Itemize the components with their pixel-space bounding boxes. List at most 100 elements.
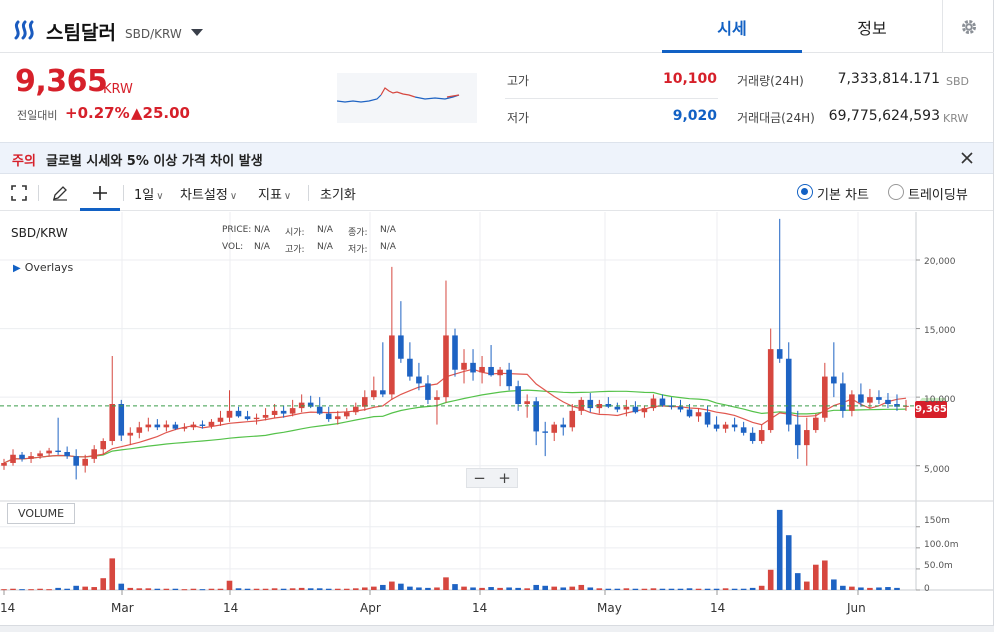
volume-bar <box>813 564 819 590</box>
volume-bar <box>803 581 810 590</box>
low-price: 9,020 <box>672 108 717 124</box>
candlestick-chart[interactable] <box>0 212 993 626</box>
ohlc-vol-label: VOL: <box>222 242 244 252</box>
volume-bar <box>262 588 269 590</box>
low-label: 저가 <box>507 111 530 125</box>
toolbar-divider <box>38 185 39 201</box>
candle-body <box>542 431 548 433</box>
candle-body <box>163 424 170 428</box>
zoom-out-button[interactable]: − <box>467 469 492 487</box>
candle-body <box>181 427 188 429</box>
candle-body <box>362 397 368 407</box>
candle-body <box>235 410 242 417</box>
volume-bar <box>713 588 720 590</box>
current-price: 9,365 <box>15 64 108 99</box>
candle-body <box>28 456 34 459</box>
indicators-menu[interactable]: 지표 ∨ <box>258 184 291 203</box>
volume-bar <box>515 587 521 590</box>
volume-bar <box>389 581 395 590</box>
overlays-toggle[interactable]: ▶ Overlays <box>13 261 73 274</box>
chevron-down-icon: ∨ <box>283 191 292 202</box>
coin-pair: SBD/KRW <box>125 27 182 41</box>
y-tick-label: 5,000 <box>924 465 950 475</box>
volume-bar <box>226 580 233 590</box>
volume-bar <box>55 587 61 590</box>
volume-bar <box>217 588 224 590</box>
candle-body <box>614 406 621 410</box>
tradingview-label[interactable]: 트레이딩뷰 <box>908 184 968 203</box>
tab-market-price[interactable]: 시세 <box>662 0 802 53</box>
volume-bar <box>479 587 485 590</box>
basic-chart-radio[interactable] <box>797 184 813 200</box>
volume-bar <box>596 588 603 590</box>
candle-body <box>840 383 846 411</box>
reset-button[interactable]: 초기화 <box>320 184 356 203</box>
volume-bar <box>695 588 702 590</box>
volume-bar <box>190 588 197 590</box>
candle-body <box>876 397 882 400</box>
fullscreen-icon[interactable] <box>11 185 27 201</box>
volume-panel-label: VOLUME <box>7 503 76 524</box>
x-tick-label: 14 <box>710 601 726 615</box>
volume-bar <box>136 588 143 590</box>
candle-body <box>226 410 233 418</box>
tab-info[interactable]: 정보 <box>802 0 942 53</box>
candle-body <box>244 416 251 420</box>
coin-select-caret-icon[interactable] <box>191 29 203 36</box>
coin-name[interactable]: 스팀달러 <box>46 18 116 45</box>
zoom-in-button[interactable]: + <box>492 469 517 487</box>
settings-button[interactable] <box>942 0 994 53</box>
high-price: 10,100 <box>662 71 717 87</box>
ohlc-high-label: 고가: <box>285 245 305 255</box>
volume-bar <box>28 589 34 591</box>
volume-bar <box>352 588 359 590</box>
volume-bar <box>650 588 657 590</box>
volume-bar <box>785 535 792 590</box>
candle-body <box>73 456 79 466</box>
price-gap-notice: 주의 글로벌 시세와 5% 이상 가격 차이 발생 <box>0 142 993 174</box>
candle-body <box>686 409 693 417</box>
crosshair-icon[interactable] <box>91 184 109 202</box>
volume-unit: SBD <box>946 75 969 88</box>
volume-bar <box>64 588 70 590</box>
volume-bar <box>614 588 621 590</box>
candle-body <box>271 410 278 415</box>
triangle-right-icon: ▶ <box>13 263 21 274</box>
interval-select[interactable]: 1일 ∨ <box>134 184 164 203</box>
tradingview-radio[interactable] <box>888 184 904 200</box>
candle-body <box>452 335 458 370</box>
vol-tick-label: 50.0m <box>924 561 953 571</box>
candle-body <box>776 349 783 359</box>
volume-bar <box>208 588 215 590</box>
candle-body <box>136 427 143 433</box>
x-tick-label: 14 <box>472 601 488 615</box>
volume-bar <box>181 589 188 591</box>
close-icon[interactable] <box>958 149 976 167</box>
candle-body <box>262 414 269 418</box>
candle-body <box>19 454 25 459</box>
candle-body <box>461 362 467 370</box>
volume-bar <box>686 588 693 590</box>
volume-bar <box>416 587 422 590</box>
candle-body <box>154 424 161 428</box>
price-chart[interactable]: SBD/KRW ▶ Overlays PRICE: N/A 시가: N/A 종가:… <box>0 212 993 626</box>
candle-body <box>82 458 88 466</box>
ohlc-high: N/A <box>317 242 333 252</box>
pencil-icon[interactable] <box>51 184 69 202</box>
basic-chart-label[interactable]: 기본 차트 <box>817 184 869 203</box>
chart-settings-menu[interactable]: 차트설정 ∨ <box>180 184 237 203</box>
volume-bar <box>551 586 558 590</box>
candle-body <box>758 430 765 442</box>
candle-body <box>551 424 558 433</box>
chart-toolbar: 1일 ∨ 차트설정 ∨ 지표 ∨ 초기화 기본 차트 트레이딩뷰 <box>0 175 993 211</box>
volume-bar <box>46 589 52 591</box>
candle-body <box>343 412 350 417</box>
candle-body <box>479 366 485 373</box>
volume-bar <box>398 583 404 590</box>
candle-body <box>885 399 891 404</box>
candle-body <box>145 424 152 428</box>
volume-bar <box>722 588 729 590</box>
candle-body <box>849 394 855 411</box>
candle-body <box>398 335 404 359</box>
candle-body <box>722 424 729 429</box>
